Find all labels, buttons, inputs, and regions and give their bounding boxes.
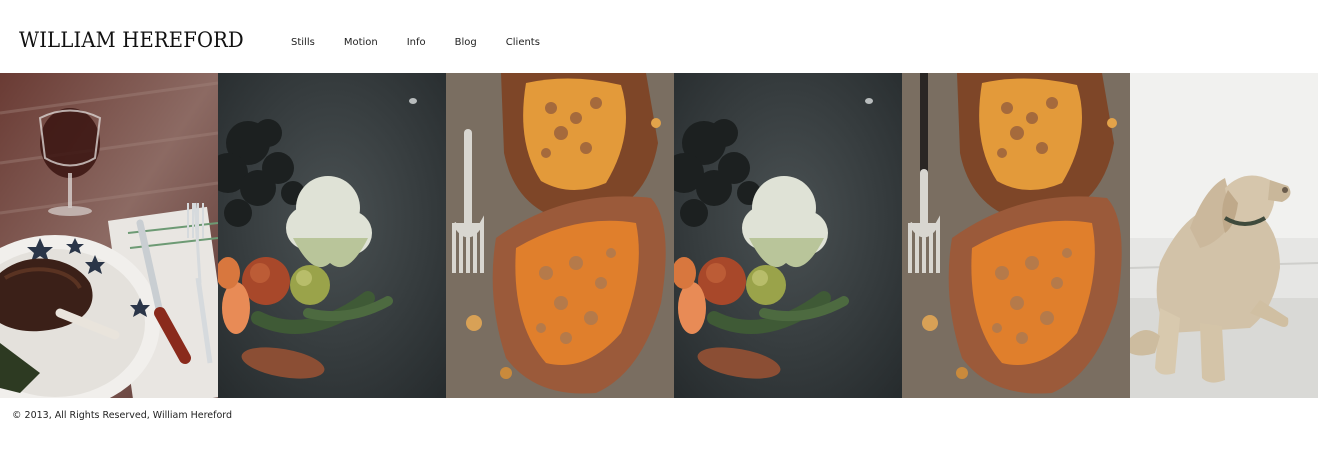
nav-link-motion[interactable]: Motion — [344, 37, 378, 48]
gallery-photo-dog[interactable] — [1130, 73, 1318, 398]
photo-gallery-strip — [0, 73, 1318, 398]
nav-link-blog[interactable]: Blog — [455, 37, 477, 48]
nav-link-clients[interactable]: Clients — [506, 37, 540, 48]
gallery-photo-sweet-potatoes[interactable] — [446, 73, 674, 398]
gallery-photo-vegetables-2[interactable] — [674, 73, 902, 398]
sweet-potatoes-image — [446, 73, 674, 398]
nav-link-info[interactable]: Info — [407, 37, 426, 48]
vegetables-image — [218, 73, 446, 398]
vegetables-image — [674, 73, 902, 398]
nav-link-stills[interactable]: Stills — [291, 37, 315, 48]
site-footer: © 2013, All Rights Reserved, William Her… — [12, 410, 232, 421]
gallery-photo-sweet-potatoes-2[interactable] — [902, 73, 1130, 398]
gallery-photo-steak-dinner[interactable] — [0, 73, 218, 398]
site-header: WILLIAM HEREFORD Stills Motion Info Blog… — [0, 0, 1318, 73]
steak-dinner-image — [0, 73, 218, 398]
gallery-photo-vegetables[interactable] — [218, 73, 446, 398]
sweet-potatoes-image — [902, 73, 1130, 398]
site-logo[interactable]: WILLIAM HEREFORD — [19, 28, 244, 52]
dog-image — [1130, 73, 1318, 398]
copyright-text: © 2013, All Rights Reserved, William Her… — [12, 410, 233, 421]
main-nav: Stills Motion Info Blog Clients — [291, 37, 569, 48]
